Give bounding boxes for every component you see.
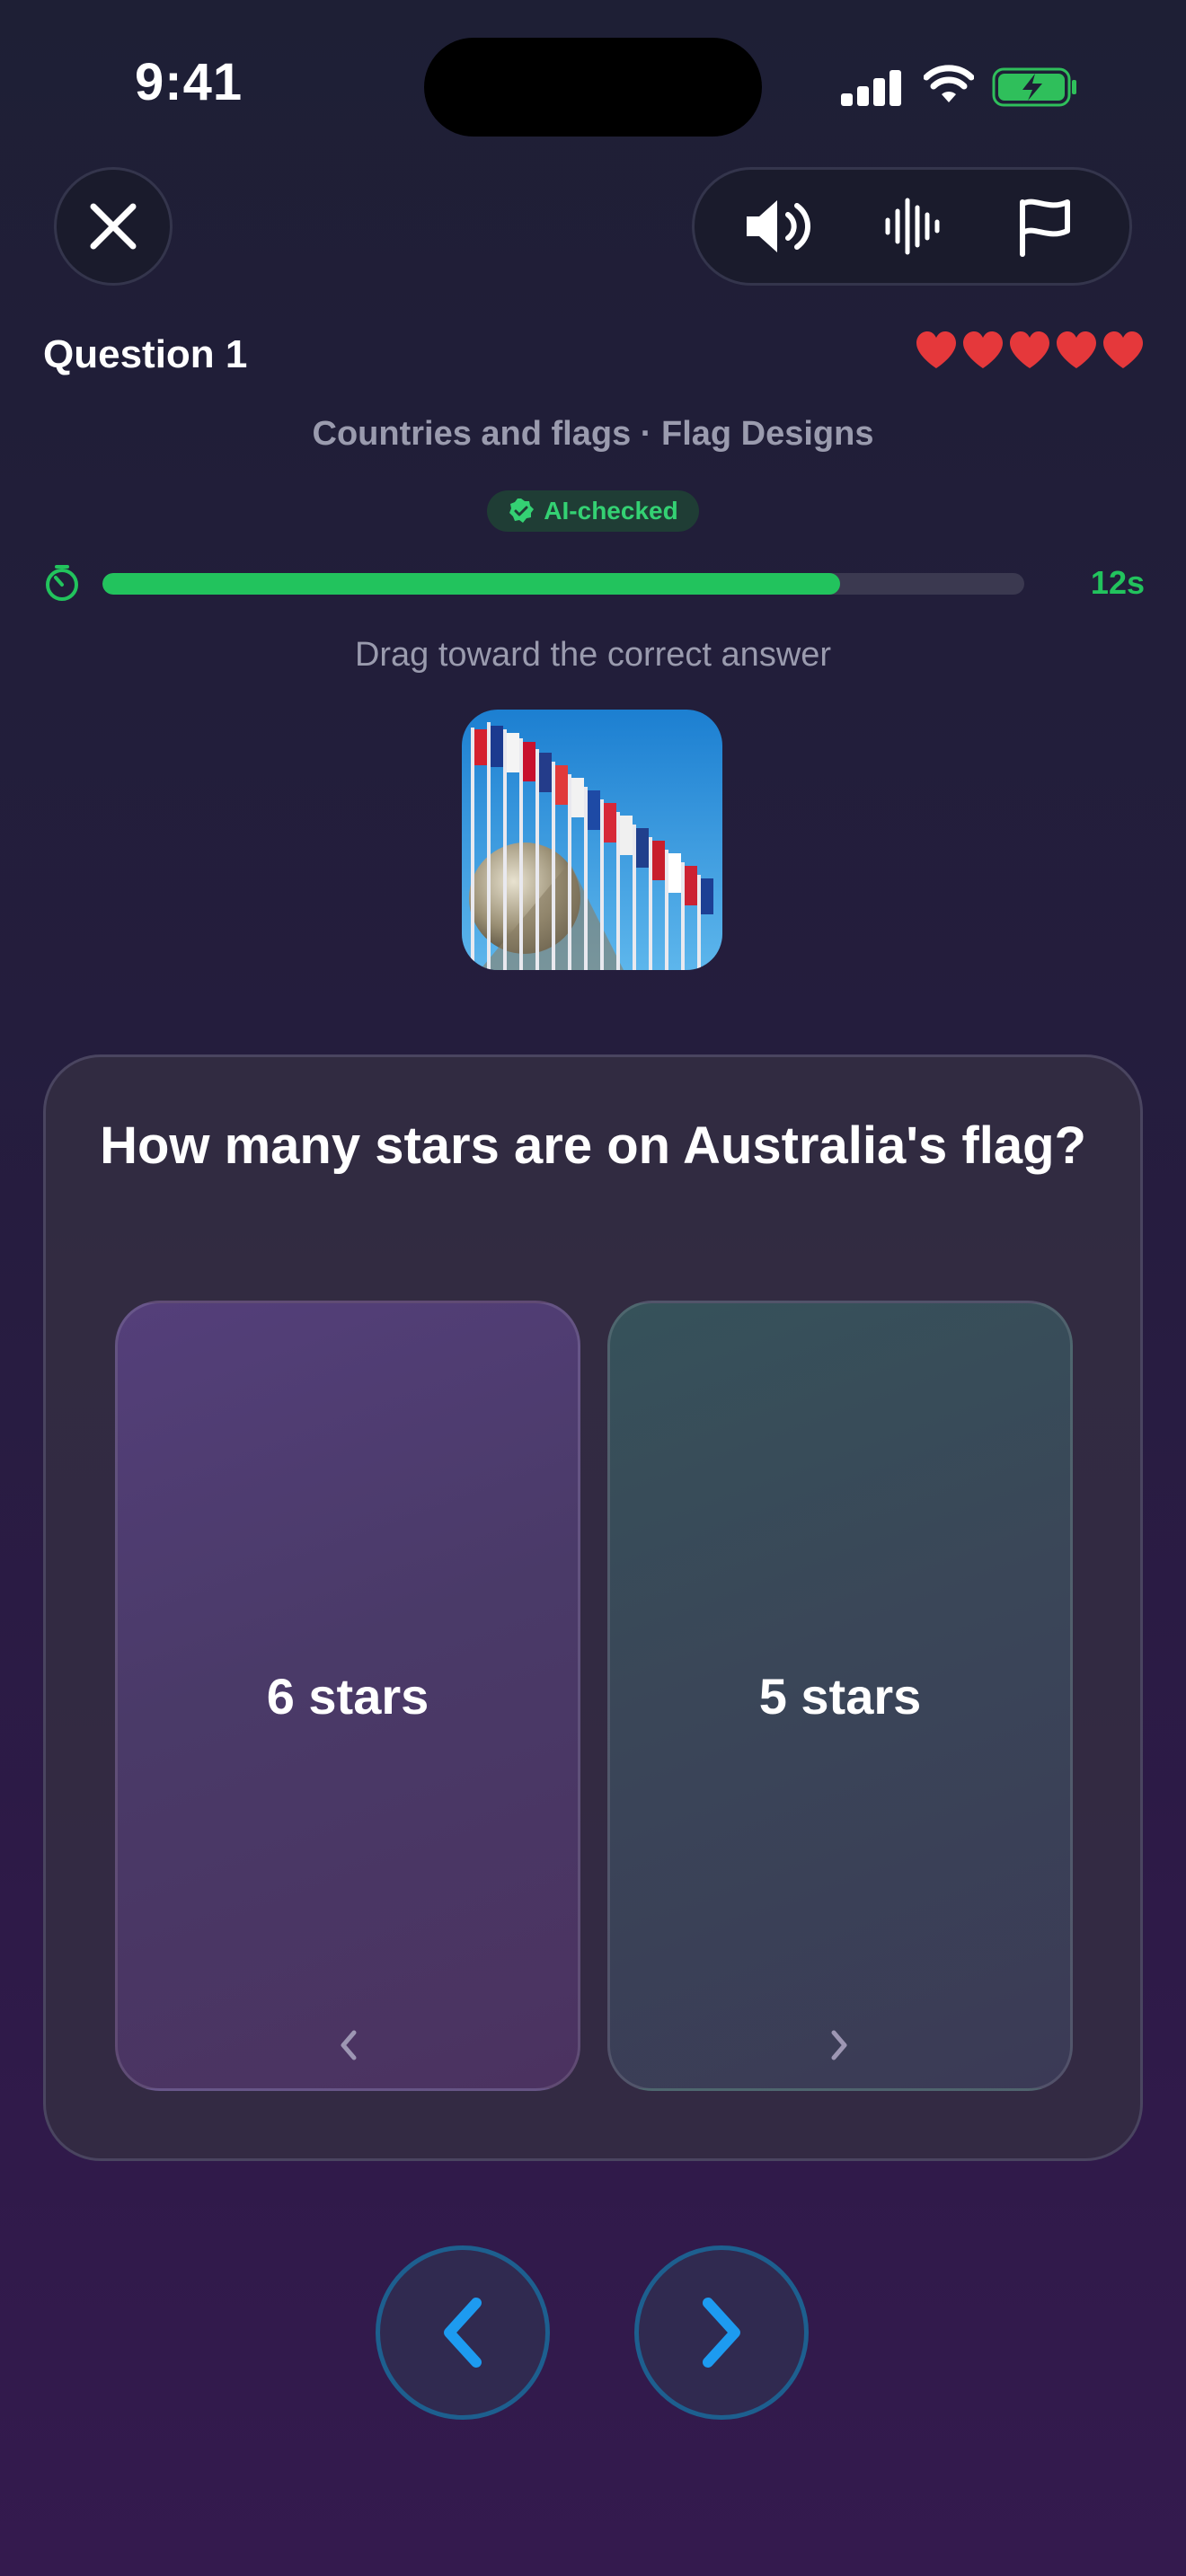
answer-card-left[interactable]: 6 stars [115,1301,580,2091]
lives-hearts [915,329,1148,381]
timer-progress-fill [102,573,840,595]
heart-icon [916,331,956,368]
ai-checked-badge: AI-checked [487,490,699,532]
audio-toolbar [692,167,1132,286]
ai-checked-label: AI-checked [544,497,678,525]
chevron-right-icon [703,2298,740,2368]
answer-card-right[interactable]: 5 stars [607,1301,1073,2091]
timer-icon [46,565,78,601]
heart-icon [963,331,1003,368]
chevron-right-icon [610,2025,1070,2065]
flag-icon [1020,198,1070,257]
question-number: Question 1 [43,332,248,376]
question-text: How many stars are on Australia's flag? [100,1116,1086,1175]
timer-progress-bar [102,573,1024,595]
verified-check-icon [509,498,535,523]
chevron-left-icon [444,2298,482,2368]
status-time: 9:41 [135,53,243,111]
heart-icon [1057,331,1096,368]
battery-charging-icon [992,67,1076,107]
heart-icon [1010,331,1049,368]
speaker-icon [747,200,810,252]
question-image [462,710,722,970]
close-icon [90,203,137,250]
close-button[interactable] [54,167,173,286]
swipe-right-button[interactable] [634,2245,809,2420]
answer-label: 6 stars [266,1667,429,1725]
voice-button[interactable] [863,177,961,276]
report-button[interactable] [996,177,1094,276]
cellular-signal-icon [841,68,902,106]
chevron-left-icon [118,2025,578,2065]
answer-label: 5 stars [758,1667,922,1725]
quiz-category: Countries and flags · Flag Designs [312,415,874,453]
timer-seconds: 12s [1090,564,1145,601]
dynamic-island [424,38,762,137]
swipe-left-button[interactable] [376,2245,550,2420]
heart-icon [1103,331,1143,368]
wifi-icon [924,65,974,102]
waveform-icon [885,198,940,255]
sound-button[interactable] [730,177,828,276]
instruction-text: Drag toward the correct answer [354,636,832,674]
